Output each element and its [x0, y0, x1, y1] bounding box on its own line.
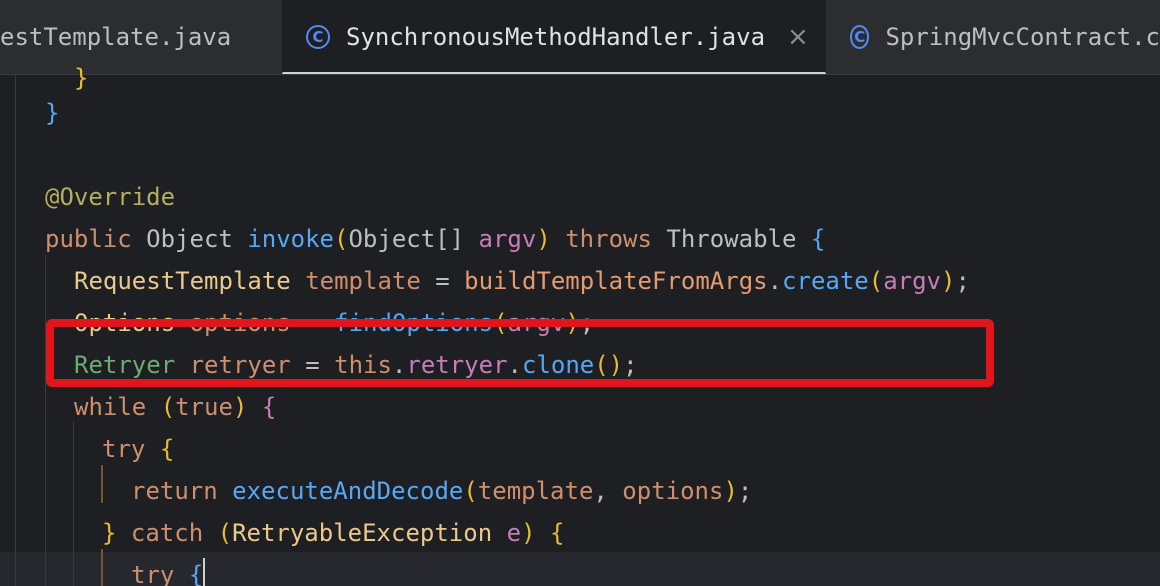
editor-tab-bar: estTemplate.java C SynchronousMethodHand… — [0, 0, 1160, 74]
code-line: try { — [102, 435, 175, 463]
class-icon: C — [850, 25, 870, 49]
tab-label: estTemplate.java — [0, 23, 232, 51]
code-line: public Object invoke(Object[] argv) thro… — [45, 225, 826, 253]
code-line: try { — [131, 561, 204, 586]
text-caret — [203, 558, 205, 586]
code-line: } catch (RetryableException e) { — [102, 519, 565, 547]
tab-synchronous-method-handler[interactable]: C SynchronousMethodHandler.java × — [282, 0, 826, 74]
highlight-annotation-box — [46, 319, 994, 387]
code-line: while (true) { — [74, 393, 277, 421]
tab-label: SpringMvcContract.c — [885, 23, 1160, 51]
code-line: @Override — [45, 183, 176, 211]
class-icon: C — [306, 25, 330, 49]
tab-label: SynchronousMethodHandler.java — [346, 23, 766, 51]
code-line: } — [45, 99, 60, 127]
close-icon[interactable]: × — [787, 22, 809, 52]
code-editor[interactable]: } } @Override public Object invoke(Objec… — [0, 64, 1160, 586]
code-line: return executeAndDecode(template, option… — [131, 477, 753, 505]
ide-window: estTemplate.java C SynchronousMethodHand… — [0, 0, 1160, 586]
code-line: RequestTemplate template = buildTemplate… — [74, 267, 970, 295]
tab-spring-mvc-contract[interactable]: C SpringMvcContract.c — [828, 0, 1160, 74]
